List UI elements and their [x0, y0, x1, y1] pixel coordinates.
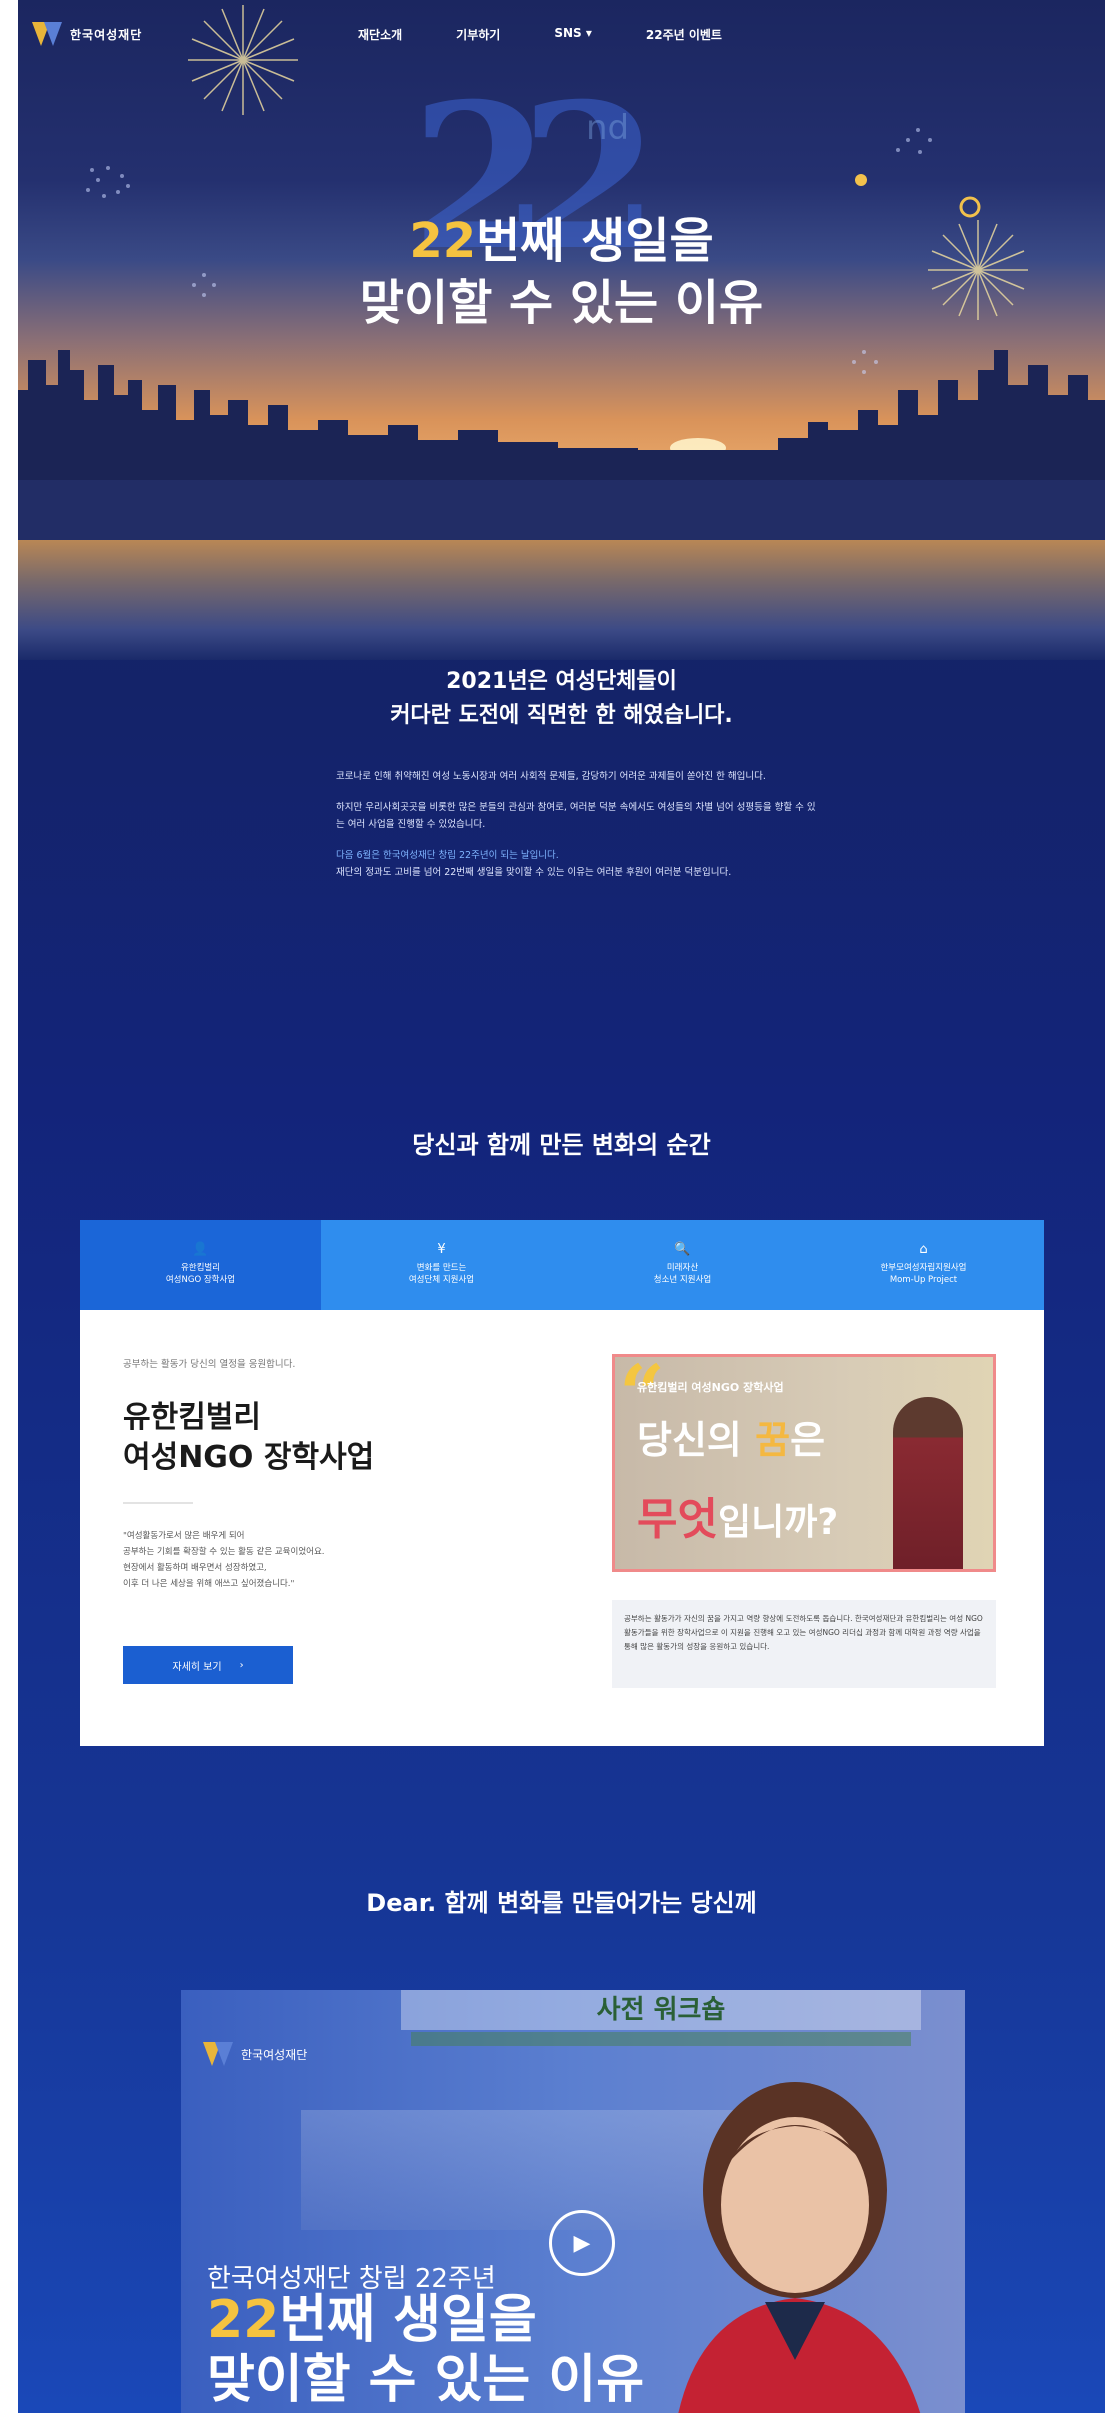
tab-scholarship[interactable]: 👤 유한킴벌리 여성NGO 장학사업 — [80, 1220, 321, 1310]
card-kicker: 공부하는 활동가 당신의 열정을 응원합니다. — [123, 1359, 296, 1370]
dear-section-title: Dear. 함께 변화를 만들어가는 당신께 — [366, 1889, 757, 1917]
menu-item-sns[interactable]: SNS ▾ — [554, 26, 592, 43]
hero-title-number: 22 — [409, 213, 477, 269]
tab-mom-up[interactable]: ⌂ 한부모여성자립지원사업 Mom-Up Project — [803, 1220, 1044, 1310]
intro-highlight: 다음 6월은 한국여성재단 창립 22주년이 되는 날입니다. — [336, 850, 559, 861]
intro-closing: 재단의 정과도 고비를 넘어 22번째 생일을 맞이할 수 있는 이유는 여러분… — [336, 867, 732, 878]
intro-title-line1: 2021년은 여성단체들이 — [446, 669, 677, 694]
card-title-line1: 유한킴벌리 — [123, 1400, 261, 1435]
hero-section: 22 nd 22번째 생일을 맞이할 수 있는 이유 — [18, 0, 1105, 550]
tab-label-line2: 여성단체 지원사업 — [408, 1275, 475, 1285]
chevron-right-icon: › — [239, 1659, 244, 1671]
banner-line1: 당신의 꿈은 — [637, 1409, 825, 1464]
changes-section-title: 당신과 함께 만든 변화의 순간 — [412, 1131, 711, 1159]
tab-label-line1: 변화를 만드는 — [416, 1263, 467, 1273]
banner-text-highlight: 꿈 — [755, 1418, 791, 1462]
banner-text-highlight: 무엇 — [637, 1494, 718, 1545]
card-testimonial: "여성활동가로서 많은 배우게 되어 공부하는 기회를 확장할 수 있는 활동 … — [123, 1528, 453, 1592]
hero-title-line1: 번째 생일을 — [476, 213, 714, 269]
divider — [123, 1502, 193, 1504]
video-title-line1: 번째 생일을 — [279, 2290, 537, 2350]
video-title-line2: 맞이할 수 있는 이유 — [207, 2350, 645, 2410]
menu-item-donate[interactable]: 기부하기 — [456, 26, 500, 43]
site-logo[interactable]: 한국여성재단 — [32, 20, 142, 48]
program-tabs: 👤 유한킴벌리 여성NGO 장학사업 ¥ 변화를 만드는 여성단체 지원사업 🔍… — [80, 1220, 1044, 1310]
banner-line2: 무엇입니까? — [637, 1483, 838, 1547]
search-icon: 🔍 — [674, 1242, 691, 1257]
water-reflection — [18, 540, 1105, 660]
hero-title-line2a: 맞이할 수 있는 — [359, 275, 675, 331]
banner-kicker: 유한킴벌리 여성NGO 장학사업 — [637, 1381, 784, 1394]
logo-icon — [32, 20, 64, 48]
program-card: 공부하는 활동가 당신의 열정을 응원합니다. 유한킴벌리 여성NGO 장학사업… — [80, 1310, 1044, 1746]
video-player[interactable]: 사전 워크숍 한국여성재단 ▶ 한국여성재단 창립 22주년 22번째 생일을 … — [181, 1990, 965, 2413]
hero-background-suffix: nd — [586, 108, 630, 148]
video-speaker-photo — [678, 2082, 921, 2413]
video-logo-text: 한국여성재단 — [241, 2047, 308, 2062]
play-icon[interactable]: ▶ — [549, 2210, 615, 2276]
testimonial-line: "여성활동가로서 많은 배우게 되어 — [123, 1531, 245, 1541]
tab-youth-support[interactable]: 🔍 미래자산 청소년 지원사업 — [562, 1220, 803, 1310]
user-icon: 👤 — [192, 1242, 209, 1257]
tab-label-line2: 청소년 지원사업 — [653, 1275, 712, 1285]
menu-item-about[interactable]: 재단소개 — [358, 26, 402, 43]
intro-paragraph: 하지만 우리사회곳곳을 비롯한 많은 분들의 관심과 참여로, 여러분 덕분 속… — [336, 802, 816, 830]
video-title-number: 22 — [207, 2290, 280, 2350]
yen-icon: ¥ — [437, 1242, 446, 1257]
tab-org-support[interactable]: ¥ 변화를 만드는 여성단체 지원사업 — [321, 1220, 562, 1310]
tab-label-line1: 미래자산 — [666, 1263, 699, 1273]
intro-body: 코로나로 인해 취약해진 여성 노동시장과 여러 사회적 문제들, 감당하기 어… — [336, 768, 820, 881]
banner-text: 은 — [790, 1418, 826, 1462]
testimonial-line: 공부하는 기회를 확장할 수 있는 활동 같은 교육이었어요. — [123, 1547, 325, 1557]
banner-text: 당신의 — [637, 1418, 756, 1462]
hero-title: 22번째 생일을 맞이할 수 있는 이유 — [18, 210, 1105, 334]
card-title-line2: 여성NGO 장학사업 — [123, 1440, 375, 1475]
video-title: 22번째 생일을 맞이할 수 있는 이유 — [207, 2290, 644, 2410]
main-menu: 재단소개 기부하기 SNS ▾ 22주년 이벤트 — [358, 26, 722, 43]
tab-label-line2: 여성NGO 장학사업 — [165, 1275, 236, 1285]
logo-icon — [203, 2040, 235, 2068]
card-title: 유한킴벌리 여성NGO 장학사업 — [123, 1398, 374, 1478]
details-button-label: 자세히 보기 — [172, 1661, 222, 1673]
city-skyline — [18, 350, 1105, 550]
hero-title-line2b: 이유 — [674, 275, 764, 331]
tab-label-line1: 한부모여성자립지원사업 — [880, 1263, 967, 1273]
logo-text: 한국여성재단 — [70, 27, 143, 42]
tab-label-line2: Mom-Up Project — [889, 1275, 958, 1285]
testimonial-line: 현장에서 활동하며 배우면서 성장하였고, — [123, 1563, 267, 1573]
banner-text: 입니까? — [717, 1502, 839, 1543]
intro-title: 2021년은 여성단체들이 커다란 도전에 직면한 한 해였습니다. — [18, 665, 1105, 733]
menu-item-event[interactable]: 22주년 이벤트 — [646, 26, 722, 43]
program-banner-image: “ 유한킴벌리 여성NGO 장학사업 당신의 꿈은 무엇입니까? — [612, 1354, 996, 1572]
top-navigation: 한국여성재단 재단소개 기부하기 SNS ▾ 22주년 이벤트 — [18, 0, 1105, 68]
intro-paragraph: 코로나로 인해 취약해진 여성 노동시장과 여러 사회적 문제들, 감당하기 어… — [336, 771, 766, 782]
person-illustration — [893, 1397, 963, 1569]
tab-label-line1: 유한킴벌리 — [180, 1263, 221, 1273]
testimonial-line: 이후 더 나은 세상을 위해 애쓰고 싶어졌습니다." — [123, 1579, 295, 1589]
program-note: 공부하는 활동가가 자신의 꿈을 가지고 역량 향상에 도전하도록 돕습니다. … — [612, 1600, 996, 1688]
home-icon: ⌂ — [919, 1242, 928, 1257]
video-logo: 한국여성재단 — [203, 2040, 307, 2068]
video-banner-text: 사전 워크숍 — [401, 1990, 921, 2030]
page: 22 nd 22번째 생일을 맞이할 수 있는 이유 한국여성재단 재단소개 기… — [18, 0, 1105, 2413]
details-button[interactable]: 자세히 보기 › — [123, 1646, 293, 1684]
intro-title-line2: 커다란 도전에 직면한 한 해였습니다. — [390, 703, 733, 728]
